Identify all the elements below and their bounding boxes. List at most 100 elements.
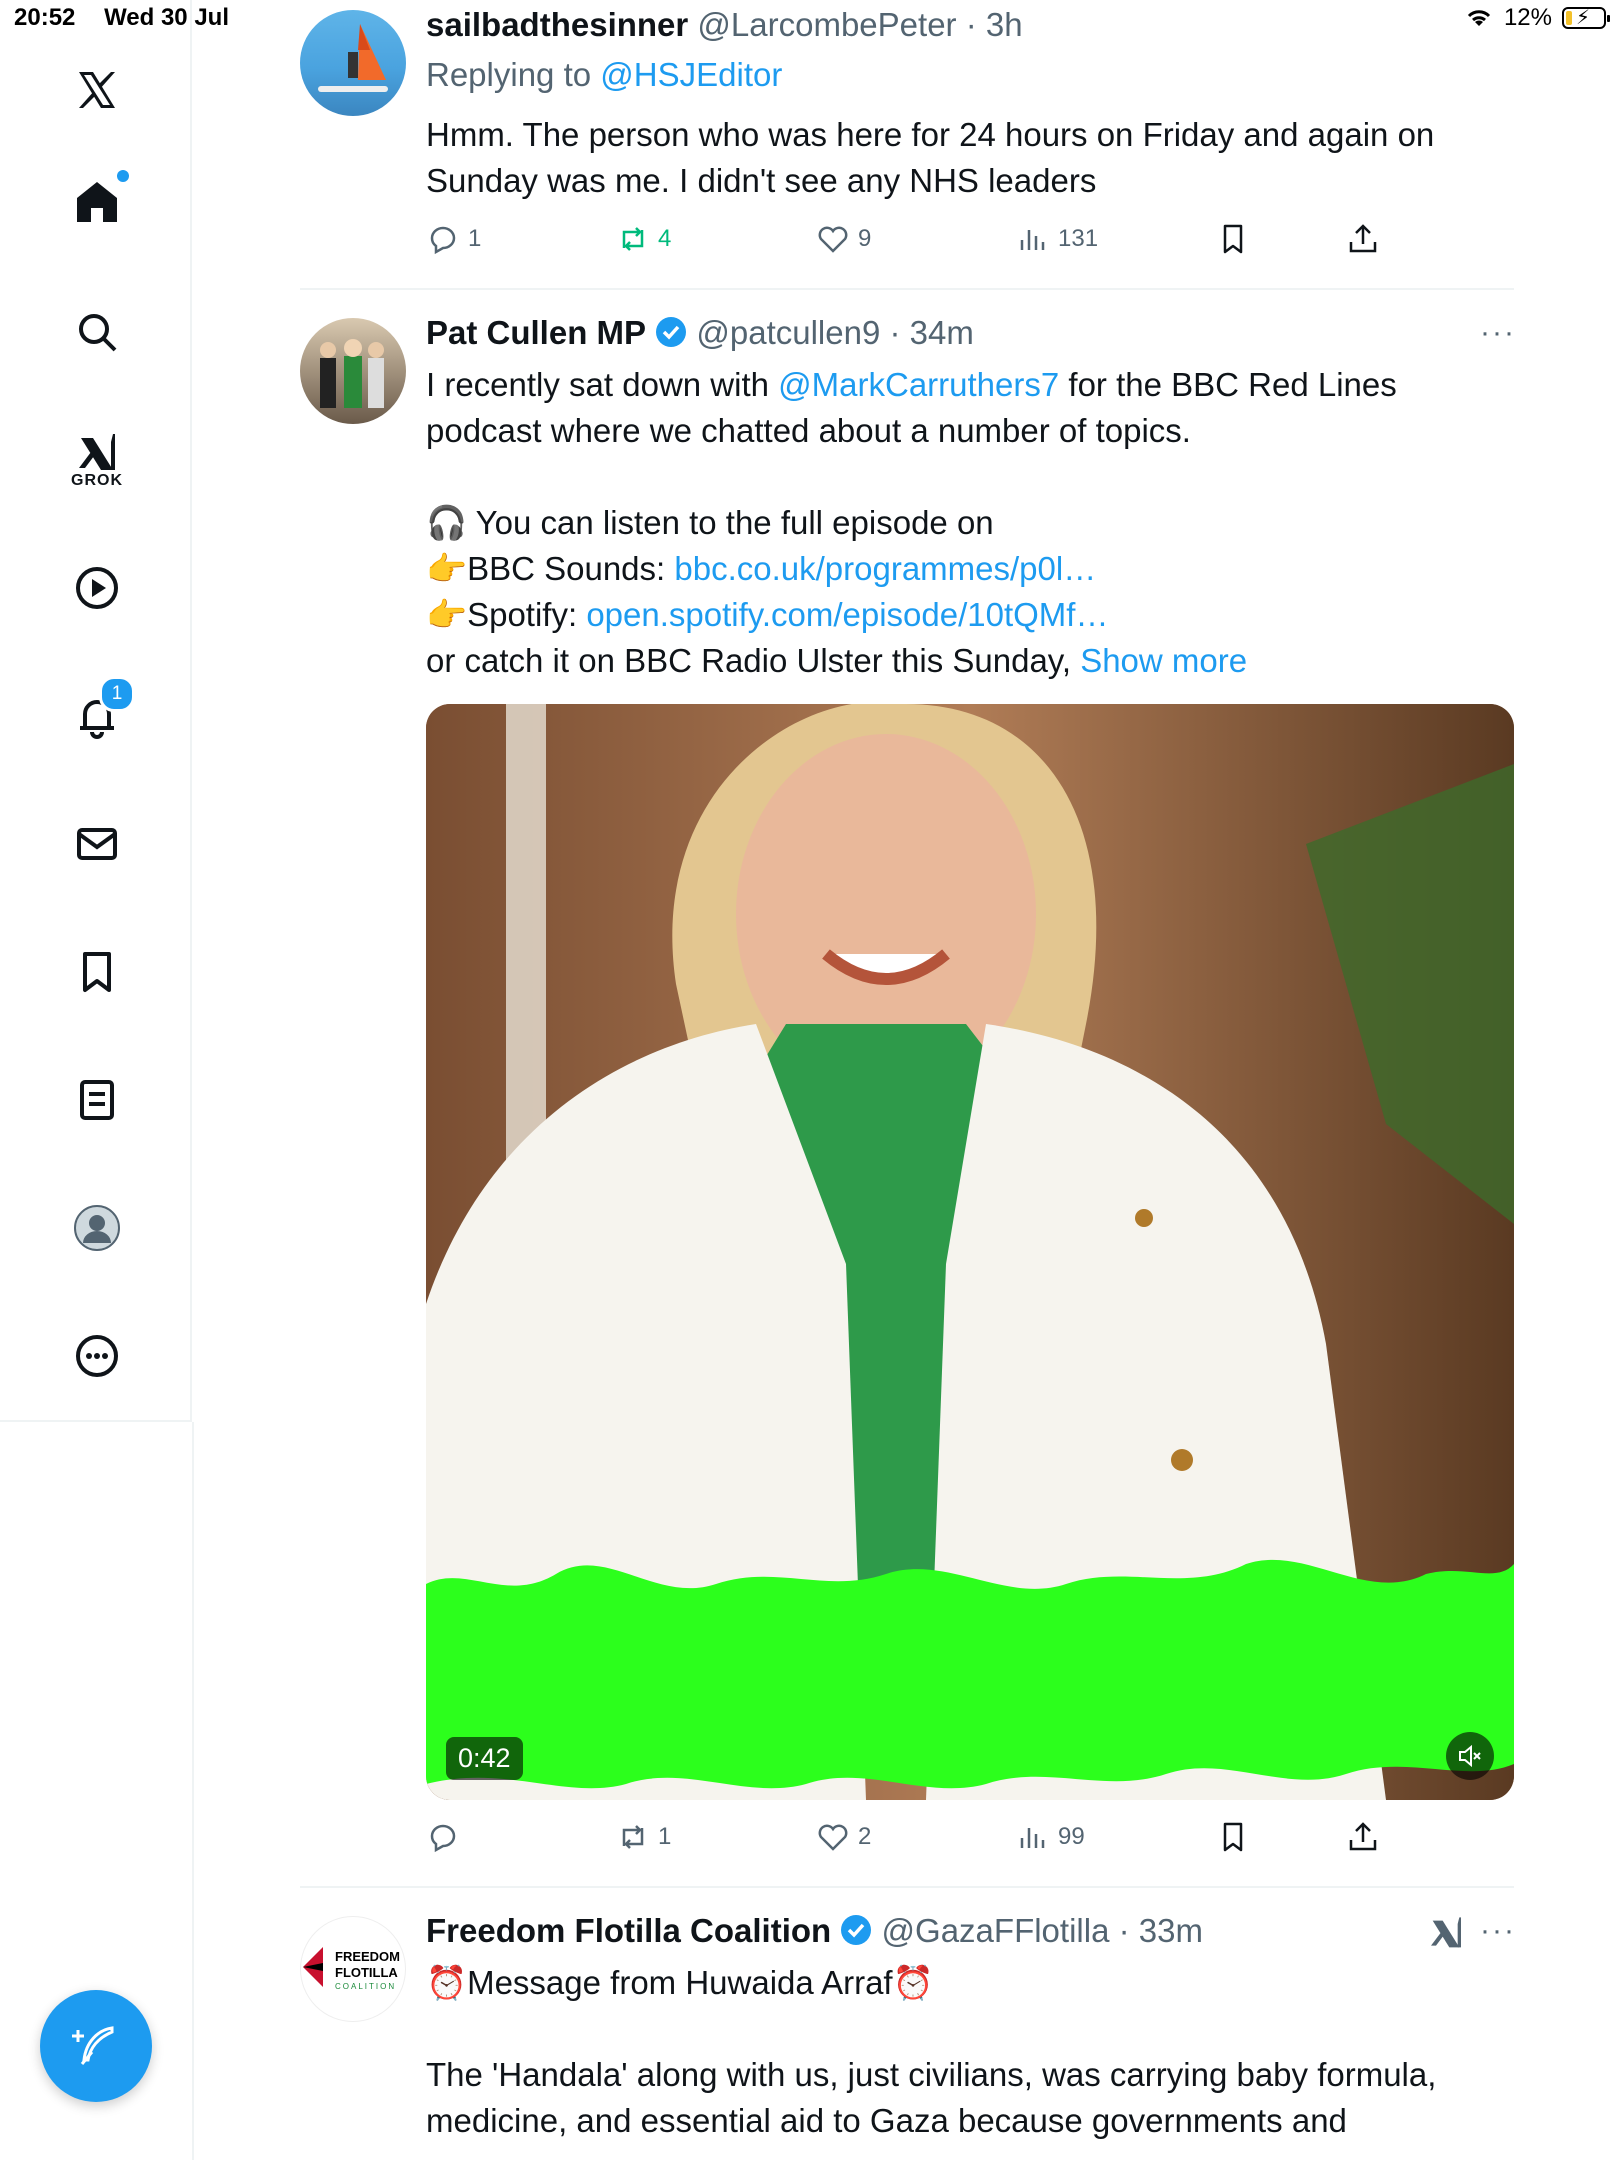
group-photo-avatar-image (320, 339, 384, 408)
tweet-3-headline: ⏰Message from Huwaida Arraf⏰ (426, 1964, 934, 2001)
views-chart-icon (1020, 230, 1045, 250)
like-count: 9 (858, 225, 872, 252)
wifi-icon (1467, 10, 1491, 26)
bookmark-button[interactable] (1216, 1820, 1346, 1854)
tweet-2-text-part-1: I recently sat down with (426, 366, 779, 403)
mute-button[interactable] (1446, 1732, 1494, 1780)
tweet-2-bbc-sounds-line: 👉BBC Sounds: bbc.co.uk/programmes/p0l… (426, 546, 1516, 592)
repost-count: 1 (658, 1823, 672, 1850)
flotilla-logo-line-3: COALITION (335, 1982, 396, 1991)
share-button[interactable] (1346, 222, 1380, 256)
share-icon (1349, 1822, 1377, 1851)
bookmark-icon (1223, 1822, 1243, 1852)
tweet-3-header: Freedom Flotilla Coalition @GazaFFlotill… (426, 1912, 1203, 1949)
tweet-2-more-icon[interactable]: ··· (1480, 316, 1516, 350)
avatar-pat-cullen[interactable] (300, 318, 406, 424)
reply-icon (430, 1824, 456, 1853)
tweet-2-handle[interactable]: @patcullen9 (696, 314, 880, 351)
repost-icon (622, 1825, 644, 1849)
tweet-separator (300, 288, 1514, 290)
like-button[interactable]: 9 (816, 222, 1016, 256)
like-button[interactable]: 2 (816, 1820, 1016, 1854)
tweet-2-actions: 1 2 99 (426, 1820, 1426, 1854)
battery-percent: 12% (1503, 4, 1552, 31)
heart-icon (818, 226, 848, 253)
tweet-2-text: I recently sat down with @MarkCarruthers… (426, 362, 1516, 454)
tweet-2-mention[interactable]: @MarkCarruthers7 (778, 366, 1059, 403)
windsurfer-avatar-image (318, 24, 388, 92)
lists-icon[interactable] (71, 1074, 123, 1126)
like-count: 2 (858, 1823, 872, 1850)
grok-label: GROK (71, 472, 123, 489)
views-button[interactable]: 131 (1016, 222, 1216, 256)
flotilla-logo-line-2: FLOTILLA (335, 1965, 398, 1980)
more-options-icon[interactable] (71, 1330, 123, 1382)
profile-icon[interactable] (71, 1202, 123, 1254)
avatar-freedom-flotilla[interactable]: FREEDOM FLOTILLA COALITION (300, 1916, 406, 2022)
tweet-3-display-name[interactable]: Freedom Flotilla Coalition (426, 1912, 831, 1949)
tweet-1-actions: 1 4 9 131 (426, 222, 1426, 256)
spotify-link[interactable]: open.spotify.com/episode/10tQMf… (586, 596, 1108, 633)
bbc-sounds-link[interactable]: bbc.co.uk/programmes/p0l… (674, 550, 1096, 587)
x-logo-icon[interactable] (71, 64, 123, 116)
tweet-3-time[interactable]: 33m (1139, 1912, 1203, 1949)
tweet-3-text: The 'Handala' along with us, just civili… (426, 2056, 1437, 2139)
share-button[interactable] (1346, 1820, 1380, 1854)
messages-icon[interactable] (71, 818, 123, 870)
tweet-1-replying-to: Replying to @HSJEditor (426, 56, 782, 94)
reply-icon (430, 226, 456, 255)
tweet-2-header: Pat Cullen MP @patcullen9 · 34m (426, 314, 974, 351)
tweet-1-handle[interactable]: @LarcombePeter (697, 6, 956, 43)
tweet-1-header: sailbadthesinner @LarcombePeter · 3h (426, 6, 1023, 43)
tweet-2-listen-line: 🎧 You can listen to the full episode on (426, 504, 994, 541)
tweet-3-more-icon[interactable]: ··· (1480, 1914, 1516, 1948)
spotify-label: 👉Spotify: (426, 596, 587, 633)
video-icon[interactable] (71, 562, 123, 614)
video-timestamp: 0:42 (446, 1737, 523, 1780)
video-frame-image (426, 704, 1514, 1800)
compose-feather-icon (72, 2026, 114, 2065)
home-icon[interactable] (71, 170, 129, 228)
status-bar-indicators: 12% ⚡ (1464, 4, 1610, 32)
notifications-icon[interactable]: 1 (71, 676, 135, 742)
radio-text: or catch it on BBC Radio Ulster this Sun… (426, 642, 1081, 679)
view-count: 99 (1058, 1823, 1085, 1850)
nav-divider (192, 1422, 194, 2160)
replying-prefix: Replying to (426, 56, 592, 93)
tweet-1-time[interactable]: 3h (986, 6, 1023, 43)
tweet-2-video[interactable]: 0:42 (426, 704, 1514, 1800)
reply-button[interactable]: 1 (426, 222, 616, 256)
tweet-1-display-name[interactable]: sailbadthesinner (426, 6, 688, 43)
bookmark-button[interactable] (1216, 222, 1346, 256)
bookmarks-icon[interactable] (71, 946, 123, 998)
tweet-3-handle[interactable]: @GazaFFlotilla (882, 1912, 1110, 1949)
home-new-dot (117, 170, 129, 182)
bbc-sounds-label: 👉BBC Sounds: (426, 550, 675, 587)
verified-badge-icon (656, 317, 687, 347)
repost-button[interactable]: 1 (616, 1820, 816, 1854)
flotilla-logo-image: FREEDOM FLOTILLA COALITION (303, 1947, 400, 1991)
avatar-sailbadthesinner[interactable] (300, 10, 406, 116)
show-more-link[interactable]: Show more (1080, 642, 1247, 679)
replying-to-link[interactable]: @HSJEditor (600, 56, 782, 93)
tweet-2-time[interactable]: 34m (910, 314, 974, 351)
heart-icon (818, 1824, 848, 1851)
compose-button[interactable] (40, 1990, 152, 2102)
views-chart-icon (1020, 1828, 1045, 1848)
reply-button[interactable] (426, 1820, 616, 1854)
reply-count: 1 (468, 225, 482, 252)
share-icon (1349, 224, 1377, 253)
tweet-2-display-name[interactable]: Pat Cullen MP (426, 314, 646, 351)
flotilla-logo-line-1: FREEDOM (335, 1949, 400, 1964)
search-icon[interactable] (71, 306, 123, 358)
speaker-muted-icon (1459, 1744, 1481, 1768)
side-navigation: GROK 1 (0, 0, 192, 1422)
tweet-1-text: Hmm. The person who was here for 24 hour… (426, 116, 1435, 199)
view-count: 131 (1058, 225, 1099, 252)
grok-icon[interactable]: GROK (71, 428, 123, 489)
repost-button[interactable]: 4 (616, 222, 816, 256)
repost-count: 4 (658, 225, 672, 252)
views-button[interactable]: 99 (1016, 1820, 1216, 1854)
grok-explain-icon[interactable] (1426, 1914, 1466, 1959)
tweet-2-spotify-line: 👉Spotify: open.spotify.com/episode/10tQM… (426, 592, 1516, 638)
